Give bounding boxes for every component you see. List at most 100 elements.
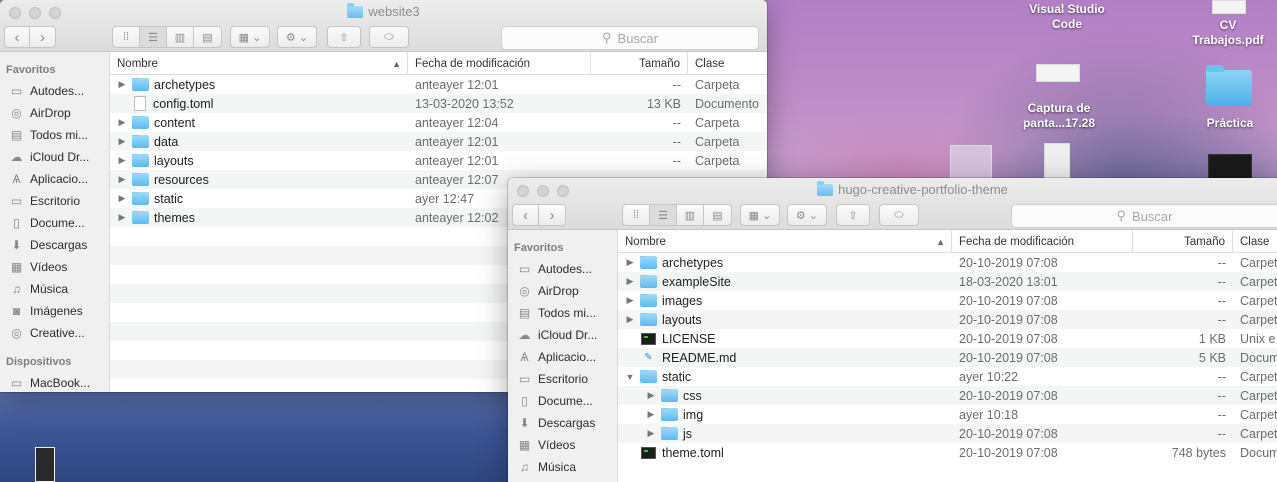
- disclosure-closed-icon[interactable]: ▶: [117, 155, 127, 166]
- sidebar-item[interactable]: ◎ AirDrop: [0, 102, 109, 124]
- disclosure-closed-icon[interactable]: ▶: [625, 276, 635, 287]
- phone-thumbnail-icon[interactable]: [35, 447, 55, 482]
- phone-thumbnail-icon[interactable]: [1044, 143, 1070, 181]
- disclosure-closed-icon[interactable]: ▶: [646, 390, 656, 401]
- action-gear-button[interactable]: ⚙ ⌄: [277, 26, 317, 48]
- sidebar-item[interactable]: ▯ Docume...: [508, 390, 617, 412]
- cv-pdf-desktop-icon[interactable]: CV Trabajos.pdf: [1186, 18, 1270, 48]
- sidebar-item[interactable]: ♫ Música: [508, 456, 617, 478]
- sidebar-item[interactable]: ▭ Autodes...: [508, 258, 617, 280]
- table-row[interactable]: ▶ img ayer 10:18 -- Carpet: [618, 405, 1277, 424]
- table-row[interactable]: ▶ archetypes anteayer 12:01 -- Carpeta: [110, 75, 767, 94]
- sidebar-item[interactable]: ▯ Docume...: [0, 212, 109, 234]
- table-row[interactable]: config.toml 13-03-2020 13:52 13 KB Document…: [110, 94, 767, 113]
- group-menu-button[interactable]: ▦ ⌄: [230, 26, 270, 48]
- tag-button[interactable]: ⬭: [369, 26, 409, 48]
- forward-button[interactable]: ›: [30, 27, 55, 47]
- table-row[interactable]: ▶ images 20-10-2019 07:08 -- Carpet: [618, 291, 1277, 310]
- table-row[interactable]: ▼ static ayer 10:22 -- Carpet: [618, 367, 1277, 386]
- sidebar-item-label: Imágenes: [30, 304, 83, 318]
- sidebar-item[interactable]: ▭ Escritorio: [508, 368, 617, 390]
- column-header-kind[interactable]: Clase: [1233, 230, 1277, 253]
- gallery-view-icon[interactable]: ▤: [704, 205, 731, 225]
- column-header-name[interactable]: Nombre ▲: [618, 230, 952, 253]
- back-button[interactable]: ‹: [5, 27, 31, 47]
- sidebar-item[interactable]: Ѧ Aplicacio...: [0, 168, 109, 190]
- sidebar-item[interactable]: ▭ MacBook...: [0, 372, 109, 392]
- cell-date: 20-10-2019 07:08: [959, 331, 1058, 346]
- sidebar-item[interactable]: Ѧ Aplicacio...: [508, 346, 617, 368]
- sidebar-item[interactable]: ▭ Autodes...: [0, 80, 109, 102]
- icon-view-icon[interactable]: ⁞⁞: [623, 205, 650, 225]
- disclosure-closed-icon[interactable]: ▶: [117, 193, 127, 204]
- column-header-kind[interactable]: Clase: [688, 52, 767, 75]
- share-button[interactable]: ⇧: [836, 204, 870, 226]
- file-name: images: [662, 293, 703, 308]
- sidebar-item[interactable]: ⬇ Descargas: [0, 234, 109, 256]
- column-header-size[interactable]: Tamaño: [1133, 230, 1233, 253]
- disclosure-closed-icon[interactable]: ▶: [625, 295, 635, 306]
- search-field[interactable]: ⚲ Buscar: [501, 26, 759, 50]
- group-menu-button[interactable]: ▦ ⌄: [740, 204, 780, 226]
- vscode-desktop-icon[interactable]: Visual Studio Code: [1022, 2, 1112, 32]
- disclosure-closed-icon[interactable]: ▶: [117, 212, 127, 223]
- folder-icon: [640, 274, 657, 288]
- table-row[interactable]: ▶ data anteayer 12:01 -- Carpeta: [110, 132, 767, 151]
- tag-button[interactable]: ⬭: [879, 204, 919, 226]
- column-header-date[interactable]: Fecha de modificación: [408, 52, 591, 75]
- table-row[interactable]: theme.toml 20-10-2019 07:08 748 bytes Docum: [618, 443, 1277, 462]
- pdf-thumbnail-icon[interactable]: [1212, 0, 1246, 14]
- table-row[interactable]: ▶ exampleSite 18-03-2020 13:01 -- Carpet: [618, 272, 1277, 291]
- list-view-icon[interactable]: ☰: [140, 27, 167, 47]
- table-row[interactable]: ▶ archetypes 20-10-2019 07:08 -- Carpet: [618, 253, 1277, 272]
- screenshot-desktop-icon[interactable]: Captura de panta...17.28: [1014, 101, 1104, 131]
- disclosure-closed-icon[interactable]: ▶: [625, 314, 635, 325]
- image-thumbnail-icon[interactable]: [950, 145, 992, 181]
- sidebar-item[interactable]: ▦ Vídeos: [508, 434, 617, 456]
- close-button[interactable]: [517, 185, 529, 197]
- sidebar-item[interactable]: ◎ AirDrop: [508, 280, 617, 302]
- column-header-date[interactable]: Fecha de modificación: [952, 230, 1133, 253]
- back-button[interactable]: ‹: [513, 205, 540, 225]
- disclosure-closed-icon[interactable]: ▶: [117, 79, 127, 90]
- search-field[interactable]: ⚲ Buscar: [1011, 204, 1277, 228]
- sidebar-item[interactable]: ☁ iCloud Dr...: [0, 146, 109, 168]
- sidebar-item[interactable]: ▤ Todos mi...: [0, 124, 109, 146]
- sidebar-devices-header: Dispositivos: [6, 356, 72, 368]
- gallery-view-icon[interactable]: ▤: [194, 27, 221, 47]
- table-row[interactable]: LICENSE 20-10-2019 07:08 1 KB Unix e: [618, 329, 1277, 348]
- disclosure-open-icon[interactable]: ▼: [625, 372, 635, 382]
- sidebar-item[interactable]: ▤ Todos mi...: [508, 302, 617, 324]
- disclosure-closed-icon[interactable]: ▶: [646, 409, 656, 420]
- forward-button[interactable]: ›: [539, 205, 565, 225]
- screenshot-thumbnail-icon[interactable]: [1036, 64, 1080, 82]
- share-button[interactable]: ⇧: [327, 26, 361, 48]
- sidebar-item[interactable]: ⬇ Descargas: [508, 412, 617, 434]
- disclosure-closed-icon[interactable]: ▶: [625, 257, 635, 268]
- table-row[interactable]: ▶ layouts 20-10-2019 07:08 -- Carpet: [618, 310, 1277, 329]
- column-view-icon[interactable]: ▥: [677, 205, 704, 225]
- action-gear-button[interactable]: ⚙ ⌄: [787, 204, 827, 226]
- sidebar-item[interactable]: ◙ Imágenes: [0, 300, 109, 322]
- table-row[interactable]: ▶ css 20-10-2019 07:08 -- Carpet: [618, 386, 1277, 405]
- column-header-size[interactable]: Tamaño: [591, 52, 688, 75]
- table-row[interactable]: ▶ content anteayer 12:04 -- Carpeta: [110, 113, 767, 132]
- sidebar-item[interactable]: ♫ Música: [0, 278, 109, 300]
- folder-icon[interactable]: [1206, 65, 1252, 106]
- icon-view-icon[interactable]: ⁞⁞: [113, 27, 140, 47]
- table-row[interactable]: ✎ README.md 20-10-2019 07:08 5 KB Docum: [618, 348, 1277, 367]
- sidebar-item[interactable]: ☁ iCloud Dr...: [508, 324, 617, 346]
- sidebar-item[interactable]: ▦ Vídeos: [0, 256, 109, 278]
- sidebar-item[interactable]: ◎ Creative...: [0, 322, 109, 344]
- sidebar-item[interactable]: ▭ Escritorio: [0, 190, 109, 212]
- table-row[interactable]: ▶ layouts anteayer 12:01 -- Carpeta: [110, 151, 767, 170]
- disclosure-closed-icon[interactable]: ▶: [117, 174, 127, 185]
- disclosure-closed-icon[interactable]: ▶: [117, 117, 127, 128]
- practica-desktop-icon[interactable]: Práctica: [1190, 116, 1270, 131]
- table-row[interactable]: ▶ js 20-10-2019 07:08 -- Carpet: [618, 424, 1277, 443]
- disclosure-closed-icon[interactable]: ▶: [646, 428, 656, 439]
- column-view-icon[interactable]: ▥: [167, 27, 194, 47]
- list-view-icon[interactable]: ☰: [650, 205, 677, 225]
- disclosure-closed-icon[interactable]: ▶: [117, 136, 127, 147]
- column-header-name[interactable]: Nombre ▲: [110, 52, 408, 75]
